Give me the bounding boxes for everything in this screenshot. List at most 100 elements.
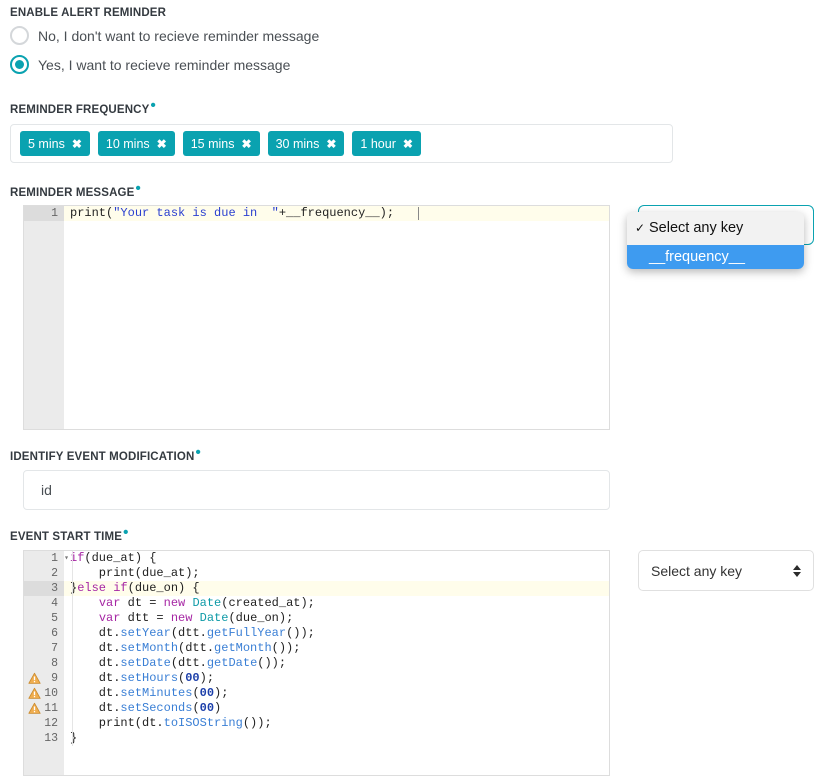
identify-event-modification-input[interactable] <box>23 470 610 510</box>
check-icon: ✓ <box>635 221 646 235</box>
warning-icon[interactable] <box>28 702 41 715</box>
code-token: dt. <box>70 701 121 715</box>
code-token: (dtt. <box>178 641 215 655</box>
frequency-tag[interactable]: 5 mins ✖ <box>20 131 90 156</box>
editor-line[interactable]: 12 print(dt.toISOString()); <box>24 716 609 731</box>
radio-indicator-no[interactable] <box>10 26 29 45</box>
editor-lines[interactable]: 1 print("Your task is due in "+__frequenc… <box>24 206 609 221</box>
code-token: ()); <box>242 716 272 730</box>
event-start-time-code-editor[interactable]: 1▾if(due_at) {2 print(due_at);3▾}else if… <box>23 550 610 776</box>
frequency-tag[interactable]: 30 mins ✖ <box>267 131 345 156</box>
identify-event-modification-label: IDENTIFY EVENT MODIFICATION• <box>10 445 201 463</box>
event-start-time-key-select-value: Select any key <box>651 562 743 579</box>
frequency-tag-label: 30 mins <box>275 136 320 151</box>
editor-line[interactable]: 3▾}else if(due_on) { <box>24 581 609 596</box>
remove-tag-icon[interactable]: ✖ <box>72 138 82 150</box>
editor-line-number: 3▾ <box>24 581 69 596</box>
frequency-tag[interactable]: 15 mins ✖ <box>182 131 260 156</box>
radio-option-no[interactable]: No, I don't want to recieve reminder mes… <box>10 26 319 45</box>
editor-line[interactable]: 5 var dtt = new Date(due_on); <box>24 611 609 626</box>
editor-line-number: 8 <box>24 656 64 671</box>
warning-icon[interactable] <box>28 687 41 700</box>
code-token: setDate <box>120 656 171 670</box>
code-token: setHours <box>120 671 179 685</box>
reminder-frequency-tag-field[interactable]: 5 mins ✖ 10 mins ✖ 15 mins ✖ 30 mins ✖ 1 hour ✖ <box>10 124 673 163</box>
code-token: (dtt. <box>170 626 207 640</box>
editor-line-number: 4 <box>24 596 64 611</box>
frequency-tag[interactable]: 10 mins ✖ <box>97 131 175 156</box>
select-stepper-icon[interactable] <box>793 564 801 577</box>
radio-dot-no <box>15 31 24 40</box>
editor-line[interactable]: 4 var dt = new Date(created_at); <box>24 596 609 611</box>
editor-code-line: print(due_at); <box>64 566 609 581</box>
reminder-message-key-dropdown[interactable]: ✓ Select any key __frequency__ <box>627 212 804 269</box>
remove-tag-icon[interactable]: ✖ <box>403 138 413 150</box>
editor-line[interactable]: 1 print("Your task is due in "+__frequenc… <box>24 206 609 221</box>
code-token: ); <box>214 686 229 700</box>
event-start-time-key-select[interactable]: Select any key <box>638 550 814 591</box>
dropdown-option-select-any-key[interactable]: ✓ Select any key <box>627 216 804 240</box>
code-token: (due_at) { <box>84 551 157 565</box>
code-token: ( <box>192 686 200 700</box>
editor-line-number: 10 <box>24 686 64 701</box>
code-token: ); <box>199 671 215 685</box>
editor-line[interactable]: 13} <box>24 731 609 746</box>
code-token: dt. <box>70 656 121 670</box>
editor-line-number: 1 <box>24 206 64 221</box>
code-token: Date <box>192 596 222 610</box>
editor-line[interactable]: 1 ▾ if(due_at) { <box>24 551 609 566</box>
radio-indicator-yes[interactable] <box>10 55 29 74</box>
editor-line-number: 11 <box>24 701 64 716</box>
event-start-time-label: EVENT START TIME• <box>10 525 128 543</box>
radio-dot-yes <box>15 60 24 69</box>
remove-tag-icon[interactable]: ✖ <box>326 138 336 150</box>
editor-line[interactable]: 6 dt.setYear(dtt.getFullYear()); <box>24 626 609 641</box>
code-token: 00 <box>185 671 200 685</box>
remove-tag-icon[interactable]: ✖ <box>242 138 252 150</box>
editor-code-line: dt.setMonth(dtt.getMonth()); <box>64 641 609 656</box>
remove-tag-icon[interactable]: ✖ <box>157 138 167 150</box>
warning-icon[interactable] <box>28 672 41 685</box>
code-token: setSeconds <box>120 701 193 715</box>
code-token: var <box>98 611 121 625</box>
editor-lines[interactable]: 1▾if(due_at) {2 print(due_at);3▾}else if… <box>24 551 609 746</box>
editor-code-line: dt.setHours(00); <box>64 671 609 686</box>
code-token: else <box>77 581 107 595</box>
code-token: (due_on) { <box>127 581 200 595</box>
editor-line[interactable]: 11 dt.setSeconds(00) <box>24 701 609 716</box>
text-cursor <box>418 207 419 220</box>
editor-line[interactable]: 9 dt.setHours(00); <box>24 671 609 686</box>
code-token: setYear <box>120 626 171 640</box>
editor-line-number: 7 <box>24 641 64 656</box>
code-token: ()); <box>257 656 287 670</box>
code-token: dt. <box>70 626 121 640</box>
code-token: if <box>113 581 128 595</box>
editor-line[interactable]: 8 dt.setDate(dtt.getDate()); <box>24 656 609 671</box>
editor-code-line: print("Your task is due in "+__frequency… <box>64 206 609 221</box>
reminder-message-label-text: REMINDER MESSAGE <box>10 187 135 199</box>
code-token: dt. <box>70 671 121 685</box>
frequency-tag[interactable]: 1 hour ✖ <box>352 131 421 156</box>
editor-line[interactable]: 10 dt.setMinutes(00); <box>24 686 609 701</box>
frequency-tag-label: 5 mins <box>28 136 65 151</box>
reminder-frequency-label-text: REMINDER FREQUENCY <box>10 104 150 116</box>
reminder-message-code-editor[interactable]: 1 print("Your task is due in "+__frequenc… <box>23 205 610 430</box>
radio-option-yes[interactable]: Yes, I want to recieve reminder message <box>10 55 290 74</box>
code-token: getMonth <box>214 641 272 655</box>
editor-line[interactable]: 7 dt.setMonth(dtt.getMonth()); <box>24 641 609 656</box>
editor-code-line: }else if(due_on) { <box>64 581 609 596</box>
required-asterisk-frequency: • <box>150 97 156 114</box>
editor-line-number: 6 <box>24 626 64 641</box>
required-asterisk-start-time: • <box>123 524 129 541</box>
event-start-time-label-text: EVENT START TIME <box>10 531 123 543</box>
editor-line-number: 9 <box>24 671 64 686</box>
editor-line[interactable]: 2 print(due_at); <box>24 566 609 581</box>
code-token: 00 <box>199 686 215 700</box>
code-token: dtt = <box>120 611 171 625</box>
editor-line-number: 12 <box>24 716 64 731</box>
dropdown-option-frequency[interactable]: __frequency__ <box>627 245 804 269</box>
code-token: getDate <box>206 656 258 670</box>
